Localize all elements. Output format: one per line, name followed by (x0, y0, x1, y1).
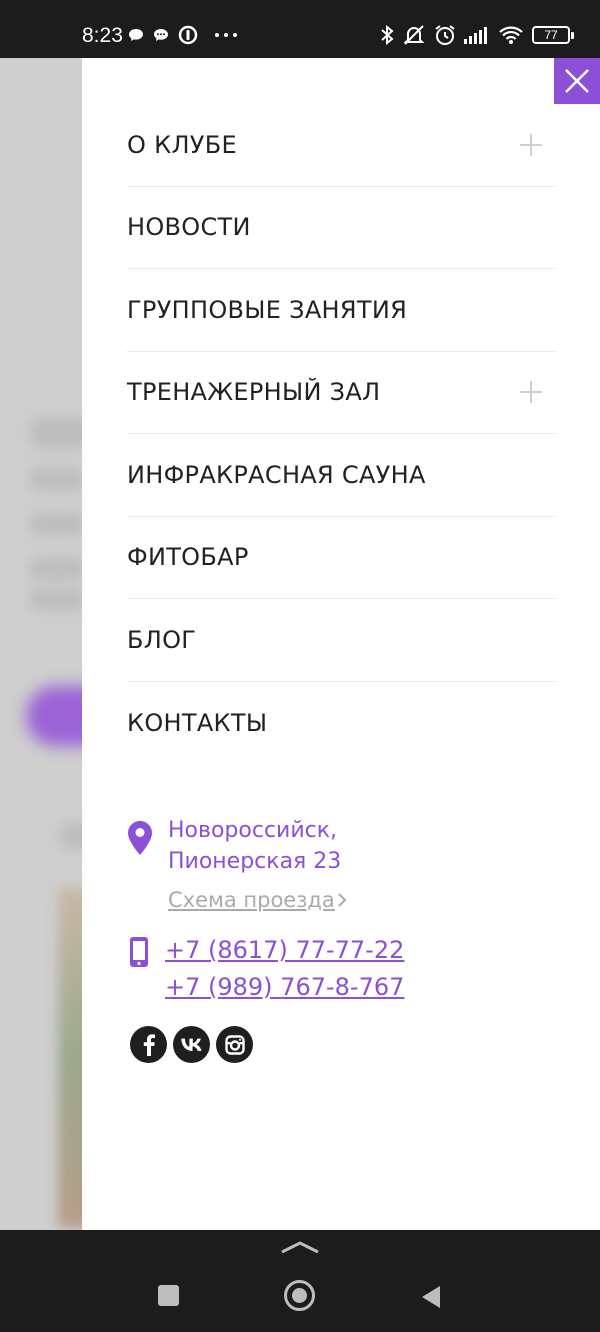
chevron-right-icon (338, 893, 347, 907)
plus-icon[interactable] (519, 380, 543, 404)
home-button[interactable] (284, 1280, 315, 1311)
instagram-icon[interactable] (216, 1026, 253, 1063)
main-menu: О КЛУБЕ НОВОСТИ ГРУППОВЫЕ ЗАНЯТИЯ ТРЕНАЖ… (127, 104, 555, 764)
route-link[interactable]: Схема проезда (168, 888, 335, 912)
system-nav-bar (0, 1230, 600, 1332)
close-button[interactable] (554, 58, 600, 104)
menu-item-gym[interactable]: ТРЕНАЖЕРНЫЙ ЗАЛ (127, 352, 555, 434)
mobile-phone-icon (130, 937, 148, 967)
address-line-city: Новороссийск, (168, 818, 338, 843)
menu-item-label: КОНТАКТЫ (127, 708, 268, 737)
back-triangle-icon[interactable] (420, 1284, 442, 1310)
menu-item-phytobar[interactable]: ФИТОБАР (127, 517, 555, 599)
menu-item-label: ФИТОБАР (127, 543, 249, 572)
facebook-icon[interactable] (130, 1026, 167, 1063)
address-line-street: Пионерская 23 (168, 849, 342, 874)
battery-indicator: 77 (532, 26, 574, 44)
location-pin-icon (128, 821, 152, 855)
status-time: 8:23 (82, 24, 123, 47)
side-drawer: О КЛУБЕ НОВОСТИ ГРУППОВЫЕ ЗАНЯТИЯ ТРЕНАЖ… (82, 58, 600, 1230)
menu-item-infrared-sauna[interactable]: ИНФРАКРАСНАЯ САУНА (127, 434, 555, 517)
social-links (130, 1026, 253, 1063)
menu-item-blog[interactable]: БЛОГ (127, 599, 555, 682)
wifi-icon (499, 26, 523, 44)
menu-item-label: ИНФРАКРАСНАЯ САУНА (127, 460, 426, 489)
menu-item-about[interactable]: О КЛУБЕ (127, 104, 555, 187)
chat-bubble-icon (129, 29, 143, 41)
menu-item-label: О КЛУБЕ (127, 130, 237, 159)
bluetooth-icon (381, 24, 394, 46)
recents-button[interactable] (158, 1285, 179, 1306)
more-dots-icon (215, 33, 237, 37)
status-bar: 8:23 77 (0, 0, 600, 58)
phone-link-1[interactable]: +7 (8617) 77-77-22 (165, 936, 404, 964)
menu-item-contacts[interactable]: КОНТАКТЫ (127, 682, 555, 765)
messenger-icon (154, 29, 168, 41)
menu-item-label: БЛОГ (127, 625, 197, 654)
close-icon (565, 69, 589, 93)
vpn-icon (178, 25, 198, 45)
menu-item-label: ГРУППОВЫЕ ЗАНЯТИЯ (127, 295, 408, 324)
phone-link-2[interactable]: +7 (989) 767-8-767 (165, 973, 404, 1001)
page-backdrop[interactable] (0, 58, 82, 1230)
menu-item-label: НОВОСТИ (127, 213, 251, 242)
menu-item-news[interactable]: НОВОСТИ (127, 187, 555, 269)
signal-icon (464, 27, 487, 44)
alarm-icon (435, 25, 455, 45)
mute-icon (403, 25, 425, 45)
menu-item-label: ТРЕНАЖЕРНЫЙ ЗАЛ (127, 378, 381, 407)
plus-icon[interactable] (519, 133, 543, 157)
vk-icon[interactable] (173, 1026, 210, 1063)
chevron-up-icon[interactable] (280, 1240, 320, 1254)
menu-item-group-classes[interactable]: ГРУППОВЫЕ ЗАНЯТИЯ (127, 269, 555, 352)
